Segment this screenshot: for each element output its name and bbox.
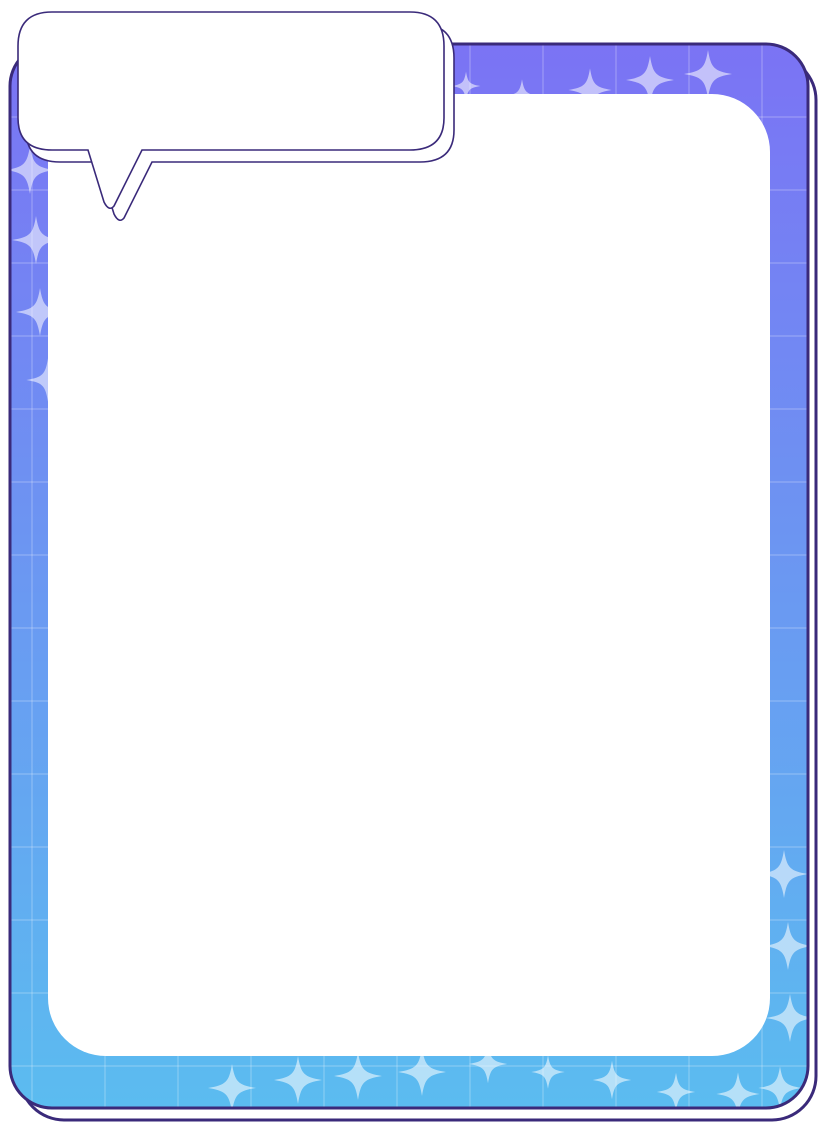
content-panel	[48, 94, 770, 1056]
frame-illustration	[8, 11, 818, 1122]
card-frame	[0, 0, 821, 1124]
